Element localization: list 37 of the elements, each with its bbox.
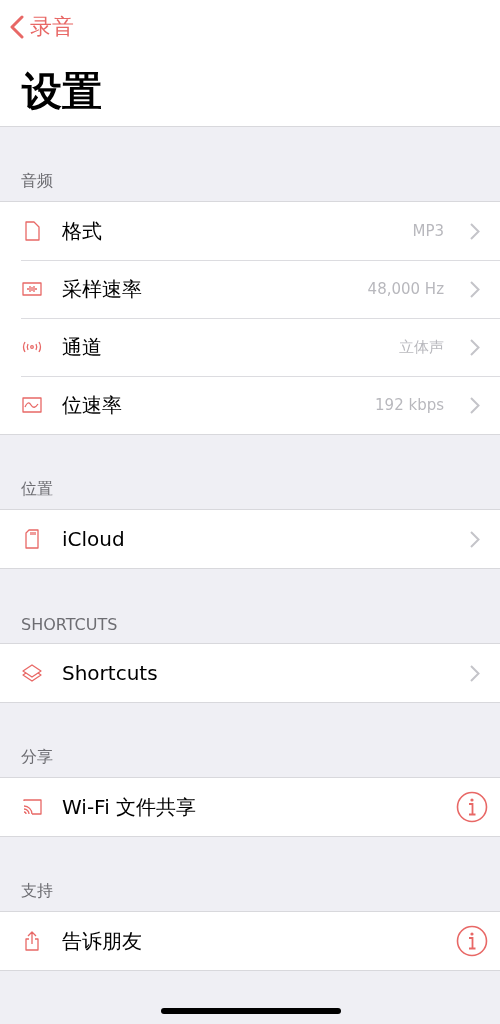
row-label: Shortcuts xyxy=(62,661,159,685)
row-label: 通道 xyxy=(62,333,103,361)
settings-row[interactable]: Shortcuts xyxy=(0,644,500,702)
row-value: 192 kbps xyxy=(375,396,444,414)
info-icon[interactable] xyxy=(456,925,488,957)
cast-icon xyxy=(23,799,42,815)
row-label: 告诉朋友 xyxy=(62,927,143,955)
row-value: 48,000 Hz xyxy=(367,280,444,298)
layers-icon xyxy=(22,664,42,682)
settings-row[interactable]: 格式 MP3 xyxy=(0,202,500,260)
row-value: 立体声 xyxy=(399,337,444,357)
share-icon xyxy=(25,931,39,951)
document-icon xyxy=(25,221,40,241)
settings-row[interactable]: 通道 立体声 xyxy=(0,318,500,376)
page-title: 设置 xyxy=(22,67,103,116)
broadcast-icon xyxy=(22,341,42,353)
memory-card-icon xyxy=(25,529,39,549)
back-chevron-icon xyxy=(10,15,24,39)
row-label: Wi-Fi 文件共享 xyxy=(62,793,198,821)
section-header: 分享 xyxy=(21,747,53,768)
section-header: SHORTCUTS xyxy=(21,615,118,634)
row-value: MP3 xyxy=(412,222,444,240)
settings-row[interactable]: 采样速率 48,000 Hz xyxy=(0,260,500,318)
row-label: iCloud xyxy=(62,527,126,551)
settings-row[interactable]: Wi-Fi 文件共享 xyxy=(0,778,500,836)
settings-row[interactable]: 告诉朋友 xyxy=(0,912,500,970)
row-label: 采样速率 xyxy=(62,275,143,303)
wave-icon xyxy=(22,397,42,413)
section-header: 位置 xyxy=(21,479,53,500)
info-icon[interactable] xyxy=(456,791,488,823)
waveform-icon xyxy=(22,282,42,296)
section-header: 支持 xyxy=(21,881,53,902)
row-label: 格式 xyxy=(62,217,103,245)
settings-row[interactable]: iCloud xyxy=(0,510,500,568)
section-header: 音频 xyxy=(21,171,53,192)
settings-row[interactable]: 位速率 192 kbps xyxy=(0,376,500,434)
row-label: 位速率 xyxy=(62,391,123,419)
